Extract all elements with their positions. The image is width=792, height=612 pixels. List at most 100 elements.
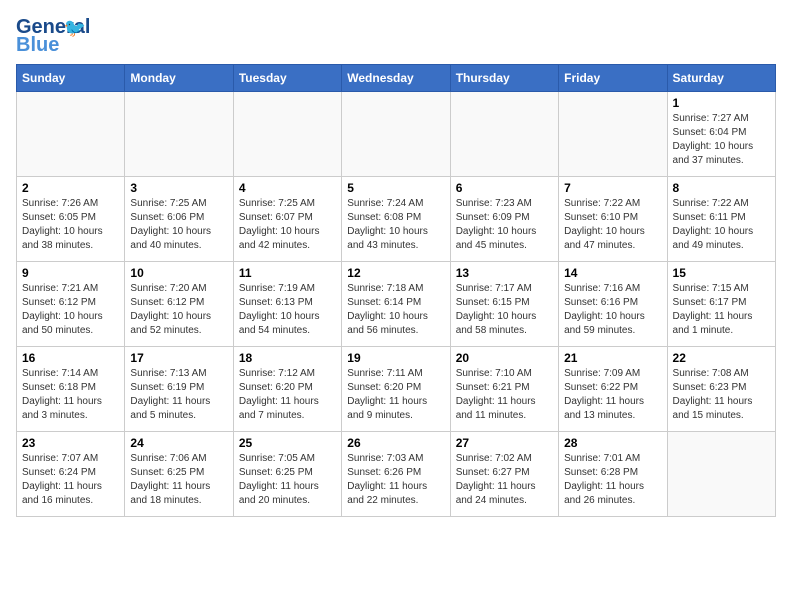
day-info: Sunrise: 7:26 AM Sunset: 6:05 PM Dayligh… [22, 197, 119, 253]
calendar-cell: 16 Sunrise: 7:14 AM Sunset: 6:18 PM Dayli… [17, 347, 125, 432]
calendar-week-row: 23 Sunrise: 7:07 AM Sunset: 6:24 PM Dayli… [17, 432, 776, 517]
day-info: Sunrise: 7:13 AM Sunset: 6:19 PM Dayligh… [130, 367, 227, 423]
logo: General Blue 🐦 [16, 16, 68, 56]
day-info: Sunrise: 7:07 AM Sunset: 6:24 PM Dayligh… [22, 452, 119, 508]
day-number: 28 [564, 436, 661, 450]
calendar-cell: 14 Sunrise: 7:16 AM Sunset: 6:16 PM Dayli… [559, 262, 667, 347]
day-info: Sunrise: 7:02 AM Sunset: 6:27 PM Dayligh… [456, 452, 553, 508]
day-info: Sunrise: 7:22 AM Sunset: 6:10 PM Dayligh… [564, 197, 661, 253]
day-number: 13 [456, 266, 553, 280]
day-info: Sunrise: 7:24 AM Sunset: 6:08 PM Dayligh… [347, 197, 444, 253]
day-number: 22 [673, 351, 770, 365]
calendar-header-row: SundayMondayTuesdayWednesdayThursdayFrid… [17, 65, 776, 92]
day-number: 18 [239, 351, 336, 365]
day-header-monday: Monday [125, 65, 233, 92]
calendar-cell: 15 Sunrise: 7:15 AM Sunset: 6:17 PM Dayli… [667, 262, 775, 347]
day-number: 16 [22, 351, 119, 365]
calendar-cell [667, 432, 775, 517]
day-info: Sunrise: 7:15 AM Sunset: 6:17 PM Dayligh… [673, 282, 770, 338]
day-header-thursday: Thursday [450, 65, 558, 92]
day-number: 23 [22, 436, 119, 450]
calendar-cell: 28 Sunrise: 7:01 AM Sunset: 6:28 PM Dayli… [559, 432, 667, 517]
calendar-cell [342, 92, 450, 177]
calendar-cell: 11 Sunrise: 7:19 AM Sunset: 6:13 PM Dayli… [233, 262, 341, 347]
day-info: Sunrise: 7:05 AM Sunset: 6:25 PM Dayligh… [239, 452, 336, 508]
day-number: 11 [239, 266, 336, 280]
day-number: 12 [347, 266, 444, 280]
day-info: Sunrise: 7:19 AM Sunset: 6:13 PM Dayligh… [239, 282, 336, 338]
day-info: Sunrise: 7:16 AM Sunset: 6:16 PM Dayligh… [564, 282, 661, 338]
calendar-cell: 19 Sunrise: 7:11 AM Sunset: 6:20 PM Dayli… [342, 347, 450, 432]
day-info: Sunrise: 7:03 AM Sunset: 6:26 PM Dayligh… [347, 452, 444, 508]
page-header: General Blue 🐦 [16, 16, 776, 56]
calendar-cell [450, 92, 558, 177]
calendar-cell: 6 Sunrise: 7:23 AM Sunset: 6:09 PM Daylig… [450, 177, 558, 262]
calendar-cell [17, 92, 125, 177]
calendar-week-row: 2 Sunrise: 7:26 AM Sunset: 6:05 PM Daylig… [17, 177, 776, 262]
day-info: Sunrise: 7:25 AM Sunset: 6:07 PM Dayligh… [239, 197, 336, 253]
day-number: 15 [673, 266, 770, 280]
day-number: 10 [130, 266, 227, 280]
day-header-saturday: Saturday [667, 65, 775, 92]
calendar-cell: 26Sunrise: 7:03 AM Sunset: 6:26 PM Dayli… [342, 432, 450, 517]
calendar-cell: 12 Sunrise: 7:18 AM Sunset: 6:14 PM Dayli… [342, 262, 450, 347]
day-number: 20 [456, 351, 553, 365]
calendar-cell: 13 Sunrise: 7:17 AM Sunset: 6:15 PM Dayli… [450, 262, 558, 347]
day-info: Sunrise: 7:11 AM Sunset: 6:20 PM Dayligh… [347, 367, 444, 423]
calendar-cell: 21 Sunrise: 7:09 AM Sunset: 6:22 PM Dayli… [559, 347, 667, 432]
day-header-sunday: Sunday [17, 65, 125, 92]
day-header-tuesday: Tuesday [233, 65, 341, 92]
calendar-cell: 3 Sunrise: 7:25 AM Sunset: 6:06 PM Daylig… [125, 177, 233, 262]
calendar-cell [233, 92, 341, 177]
calendar-cell [559, 92, 667, 177]
day-info: Sunrise: 7:18 AM Sunset: 6:14 PM Dayligh… [347, 282, 444, 338]
calendar-cell: 17 Sunrise: 7:13 AM Sunset: 6:19 PM Dayli… [125, 347, 233, 432]
day-number: 5 [347, 181, 444, 195]
day-info: Sunrise: 7:23 AM Sunset: 6:09 PM Dayligh… [456, 197, 553, 253]
calendar-week-row: 1Sunrise: 7:27 AM Sunset: 6:04 PM Daylig… [17, 92, 776, 177]
calendar-week-row: 16 Sunrise: 7:14 AM Sunset: 6:18 PM Dayli… [17, 347, 776, 432]
calendar-cell: 10 Sunrise: 7:20 AM Sunset: 6:12 PM Dayli… [125, 262, 233, 347]
day-number: 2 [22, 181, 119, 195]
calendar-cell: 5 Sunrise: 7:24 AM Sunset: 6:08 PM Daylig… [342, 177, 450, 262]
day-number: 7 [564, 181, 661, 195]
calendar-week-row: 9Sunrise: 7:21 AM Sunset: 6:12 PM Daylig… [17, 262, 776, 347]
day-header-wednesday: Wednesday [342, 65, 450, 92]
day-number: 24 [130, 436, 227, 450]
day-info: Sunrise: 7:25 AM Sunset: 6:06 PM Dayligh… [130, 197, 227, 253]
day-info: Sunrise: 7:06 AM Sunset: 6:25 PM Dayligh… [130, 452, 227, 508]
day-number: 3 [130, 181, 227, 195]
day-header-friday: Friday [559, 65, 667, 92]
day-number: 25 [239, 436, 336, 450]
calendar-cell: 20 Sunrise: 7:10 AM Sunset: 6:21 PM Dayli… [450, 347, 558, 432]
day-number: 14 [564, 266, 661, 280]
day-number: 21 [564, 351, 661, 365]
day-number: 27 [456, 436, 553, 450]
calendar-cell: 24 Sunrise: 7:06 AM Sunset: 6:25 PM Dayli… [125, 432, 233, 517]
day-info: Sunrise: 7:10 AM Sunset: 6:21 PM Dayligh… [456, 367, 553, 423]
day-info: Sunrise: 7:09 AM Sunset: 6:22 PM Dayligh… [564, 367, 661, 423]
day-number: 17 [130, 351, 227, 365]
day-info: Sunrise: 7:17 AM Sunset: 6:15 PM Dayligh… [456, 282, 553, 338]
calendar-cell: 4 Sunrise: 7:25 AM Sunset: 6:07 PM Daylig… [233, 177, 341, 262]
calendar-cell: 25 Sunrise: 7:05 AM Sunset: 6:25 PM Dayli… [233, 432, 341, 517]
day-info: Sunrise: 7:22 AM Sunset: 6:11 PM Dayligh… [673, 197, 770, 253]
day-number: 6 [456, 181, 553, 195]
calendar-cell: 7 Sunrise: 7:22 AM Sunset: 6:10 PM Daylig… [559, 177, 667, 262]
day-info: Sunrise: 7:01 AM Sunset: 6:28 PM Dayligh… [564, 452, 661, 508]
calendar-cell: 1Sunrise: 7:27 AM Sunset: 6:04 PM Daylig… [667, 92, 775, 177]
calendar-cell: 18 Sunrise: 7:12 AM Sunset: 6:20 PM Dayli… [233, 347, 341, 432]
calendar-cell: 27 Sunrise: 7:02 AM Sunset: 6:27 PM Dayli… [450, 432, 558, 517]
calendar-table: SundayMondayTuesdayWednesdayThursdayFrid… [16, 64, 776, 517]
day-info: Sunrise: 7:27 AM Sunset: 6:04 PM Dayligh… [673, 112, 770, 168]
day-info: Sunrise: 7:20 AM Sunset: 6:12 PM Dayligh… [130, 282, 227, 338]
day-number: 8 [673, 181, 770, 195]
day-number: 19 [347, 351, 444, 365]
day-info: Sunrise: 7:14 AM Sunset: 6:18 PM Dayligh… [22, 367, 119, 423]
calendar-cell: 9Sunrise: 7:21 AM Sunset: 6:12 PM Daylig… [17, 262, 125, 347]
calendar-cell [125, 92, 233, 177]
day-number: 4 [239, 181, 336, 195]
calendar-cell: 22Sunrise: 7:08 AM Sunset: 6:23 PM Dayli… [667, 347, 775, 432]
calendar-cell: 23 Sunrise: 7:07 AM Sunset: 6:24 PM Dayli… [17, 432, 125, 517]
day-info: Sunrise: 7:12 AM Sunset: 6:20 PM Dayligh… [239, 367, 336, 423]
